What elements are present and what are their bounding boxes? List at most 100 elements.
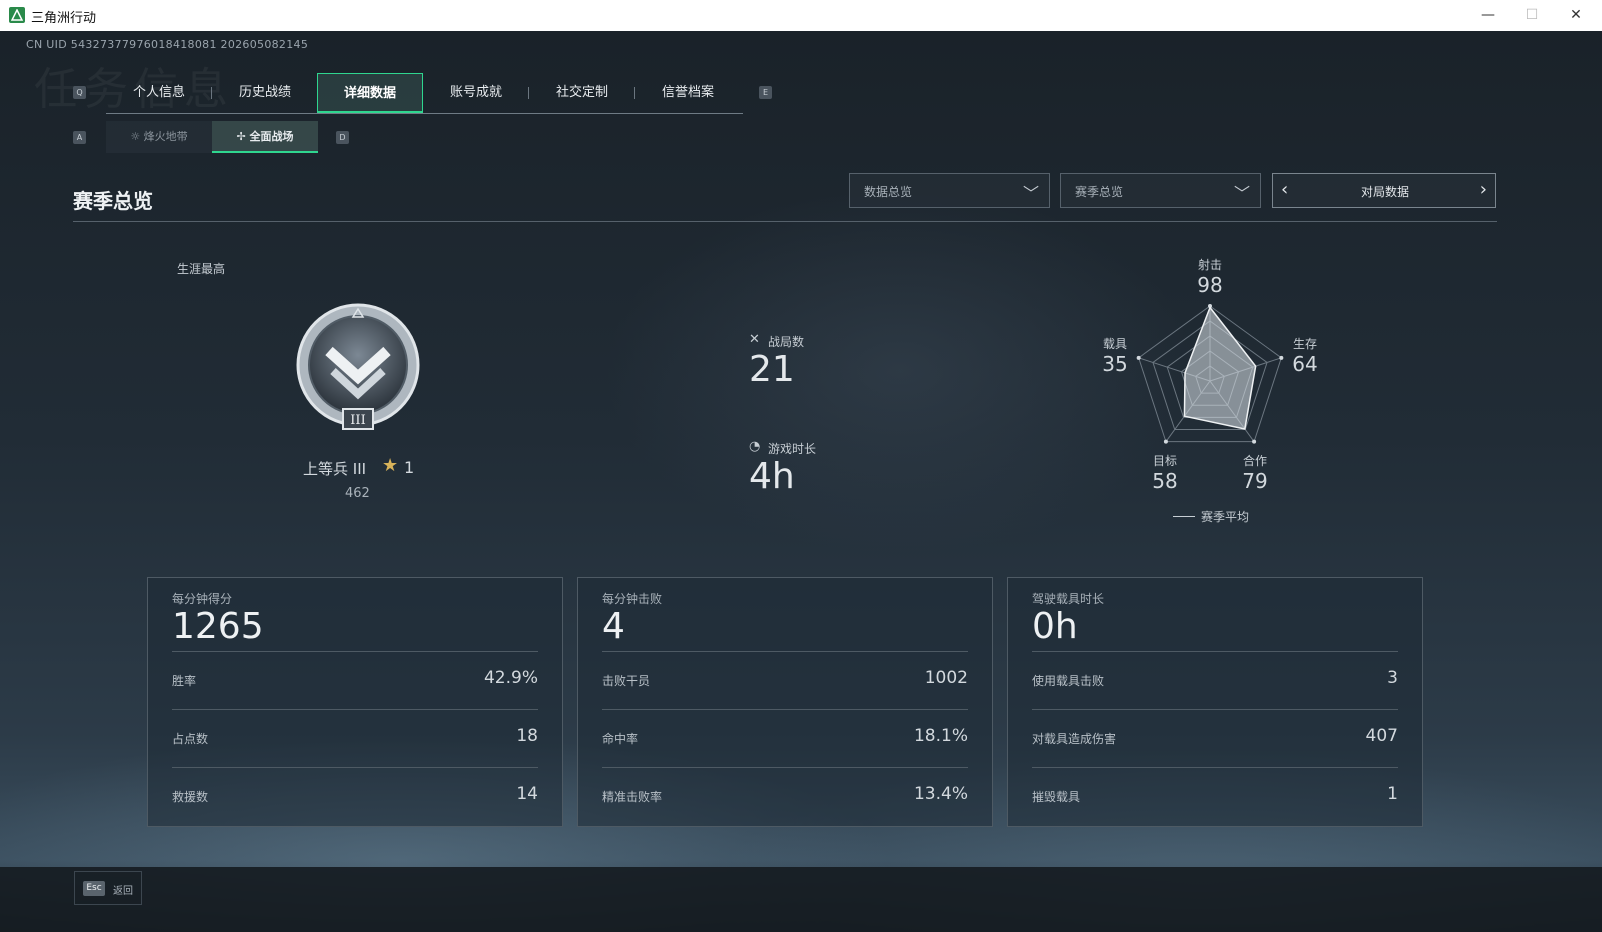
rank-points: 462 bbox=[345, 486, 370, 501]
tab-detailed-data[interactable]: 详细数据 bbox=[317, 73, 423, 113]
stat-row: 摧毁载具 1 bbox=[1032, 767, 1398, 826]
stat-value: 42.9% bbox=[483, 668, 538, 688]
stat-label: 救援数 bbox=[172, 790, 209, 804]
section-divider bbox=[73, 221, 1497, 222]
stat-label: 击败干员 bbox=[602, 674, 651, 688]
tab-next-key[interactable]: E bbox=[759, 86, 772, 99]
footer-bar bbox=[0, 867, 1602, 932]
app-logo-icon bbox=[9, 7, 25, 23]
stat-row: 精准击败率 13.4% bbox=[602, 767, 968, 826]
radar-value-shooting: 98 bbox=[1197, 273, 1223, 297]
radar-label-shooting: 射击 bbox=[1197, 258, 1222, 272]
chevron-down-icon: ﹀ bbox=[1022, 184, 1039, 203]
tab-social[interactable]: 社交定制 bbox=[529, 73, 635, 113]
tab-prev-key[interactable]: Q bbox=[73, 86, 86, 99]
season-dropdown[interactable]: 赛季总览 ﹀ bbox=[1060, 173, 1261, 208]
subtab-hazard-zone[interactable]: ☼ 烽火地带 bbox=[106, 121, 212, 153]
stat-value: 3 bbox=[1387, 668, 1398, 688]
hazard-zone-icon: ☼ bbox=[130, 130, 144, 143]
tab-credit-record[interactable]: 信誉档案 bbox=[635, 73, 741, 113]
radar-data-area bbox=[1183, 305, 1257, 430]
data-type-dropdown[interactable]: 数据总览 ﹀ bbox=[849, 173, 1050, 208]
stat-card-kills: 每分钟击败 4 击败干员 1002 命中率 18.1% 精准击败率 13.4% bbox=[577, 577, 993, 827]
window-title: 三角洲行动 bbox=[31, 11, 97, 26]
radar-value-survival: 64 bbox=[1292, 352, 1318, 376]
stat-value: 13.4% bbox=[913, 784, 968, 804]
legend-season-average: 赛季平均 bbox=[1201, 510, 1250, 524]
user-uid: CN UID 543273779760184180​81 20260508214… bbox=[26, 38, 309, 51]
rank-star-count: 1 bbox=[404, 458, 415, 477]
subtab-label: 全面战场 bbox=[249, 130, 294, 143]
main-canvas: 任务信息 CN UID 543273779760184180​81 202605… bbox=[0, 31, 1602, 932]
rank-name: 上等兵 III bbox=[303, 460, 367, 478]
dropdown-value: 数据总览 bbox=[864, 185, 913, 199]
subtab-prev-key[interactable]: A bbox=[73, 131, 86, 144]
section-title: 赛季总览 bbox=[73, 189, 153, 213]
radar-label-teamwork: 合作 bbox=[1242, 454, 1267, 468]
window-titlebar: 三角洲行动 — ☐ ✕ bbox=[0, 0, 1602, 32]
stat-row: 救援数 14 bbox=[172, 767, 538, 826]
match-data-pager: ‹ 对局数据 › bbox=[1272, 173, 1496, 208]
stat-row: 命中率 18.1% bbox=[602, 709, 968, 768]
stat-label: 占点数 bbox=[172, 732, 209, 746]
radar-value-vehicle: 35 bbox=[1102, 352, 1128, 376]
stat-value: 14 bbox=[516, 784, 538, 804]
card-title: 每分钟得分 bbox=[172, 592, 233, 606]
matches-label: 战局数 bbox=[768, 335, 805, 349]
radar-label-objective: 目标 bbox=[1152, 454, 1177, 468]
stat-label: 摧毁载具 bbox=[1032, 790, 1081, 804]
stat-card-score: 每分钟得分 1265 胜率 42.9% 占点数 18 救援数 14 bbox=[147, 577, 563, 827]
tab-match-history[interactable]: 历史战绩 bbox=[212, 73, 318, 113]
legend-line bbox=[1173, 516, 1195, 517]
tab-achievements[interactable]: 账号成就 bbox=[423, 73, 529, 113]
pager-label: 对局数据 bbox=[1360, 185, 1409, 199]
minimize-icon[interactable]: — bbox=[1466, 0, 1510, 31]
maximize-icon[interactable]: ☐ bbox=[1510, 0, 1554, 31]
crossed-swords-icon: ✕ bbox=[749, 332, 760, 347]
full-battlefield-icon: ✢ bbox=[236, 130, 250, 143]
stat-value: 18 bbox=[516, 726, 538, 746]
back-button[interactable]: Esc 返回 bbox=[74, 871, 142, 905]
stat-label: 精准击败率 bbox=[602, 790, 663, 804]
radar-label-vehicle: 载具 bbox=[1102, 337, 1127, 351]
rank-badge-icon: III bbox=[293, 301, 423, 436]
stat-value: 1002 bbox=[924, 668, 968, 688]
radar-axis-dot bbox=[1252, 439, 1257, 444]
subtab-next-key[interactable]: D bbox=[336, 131, 349, 144]
back-label: 返回 bbox=[113, 886, 133, 897]
stat-label: 胜率 bbox=[172, 674, 197, 688]
subtab-label: 烽火地带 bbox=[143, 130, 188, 143]
card-big-value: 0h bbox=[1032, 606, 1078, 647]
badge-numeral: III bbox=[350, 413, 365, 428]
playtime-label: 游戏时长 bbox=[768, 442, 817, 456]
esc-key: Esc bbox=[83, 881, 105, 896]
clock-icon: ◔ bbox=[749, 439, 761, 454]
radar-axis-dot bbox=[1163, 439, 1168, 444]
stat-row: 对载具造成伤害 407 bbox=[1032, 709, 1398, 768]
career-highest-label: 生涯最高 bbox=[177, 262, 226, 276]
radar-value-objective: 58 bbox=[1152, 469, 1178, 493]
radar-label-survival: 生存 bbox=[1292, 337, 1317, 351]
stat-value: 1 bbox=[1387, 784, 1398, 804]
stat-card-vehicle: 驾驶载具时长 0h 使用载具击败 3 对载具造成伤害 407 摧毁载具 1 bbox=[1007, 577, 1423, 827]
dropdown-value: 赛季总览 bbox=[1075, 185, 1124, 199]
main-tabs: 个人信息 历史战绩 详细数据 账号成就 社交定制 信誉档案 bbox=[106, 73, 743, 114]
stat-value: 407 bbox=[1365, 726, 1398, 746]
stat-row: 占点数 18 bbox=[172, 709, 538, 768]
stat-row: 胜率 42.9% bbox=[172, 651, 538, 710]
playtime-value: 4h bbox=[749, 456, 795, 497]
chevron-down-icon: ﹀ bbox=[1233, 184, 1250, 203]
close-icon[interactable]: ✕ bbox=[1554, 0, 1598, 31]
stat-value: 18.1% bbox=[913, 726, 968, 746]
stat-label: 命中率 bbox=[602, 732, 639, 746]
stat-row: 使用载具击败 3 bbox=[1032, 651, 1398, 710]
star-icon: ★ bbox=[382, 455, 399, 476]
radar-value-teamwork: 79 bbox=[1242, 469, 1268, 493]
card-big-value: 4 bbox=[602, 606, 625, 647]
card-big-value: 1265 bbox=[172, 606, 264, 647]
matches-value: 21 bbox=[749, 349, 795, 390]
chevron-right-icon[interactable]: › bbox=[1480, 179, 1487, 200]
subtab-full-battlefield[interactable]: ✢ 全面战场 bbox=[212, 121, 318, 153]
tab-personal-info[interactable]: 个人信息 bbox=[106, 73, 212, 113]
stat-label: 使用载具击败 bbox=[1032, 674, 1105, 688]
